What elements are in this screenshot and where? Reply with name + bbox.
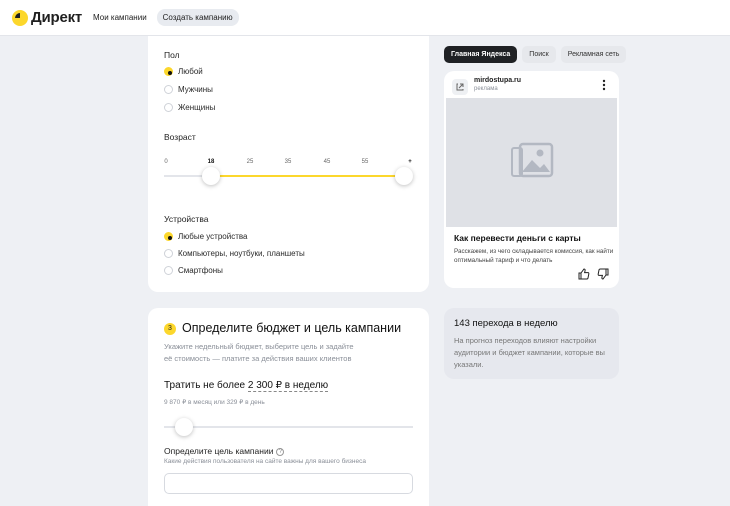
ad-title[interactable]: Как перевести деньги с карты xyxy=(454,233,581,243)
device-option-label: Любые устройства xyxy=(178,232,248,241)
gender-option-any[interactable]: Любой xyxy=(164,67,203,76)
radio-checked-icon xyxy=(164,232,173,241)
budget-slider-track[interactable] xyxy=(164,426,413,428)
description-line: её стоимость — платите за действия ваших… xyxy=(164,354,352,363)
forecast-text: На прогноз переходов влияют настройки ау… xyxy=(454,336,605,369)
budget-breakdown: 9 870 ₽ в месяц или 329 ₽ в день xyxy=(164,399,265,406)
top-bar: Директ Мои кампании Создать кампанию xyxy=(0,0,730,36)
weekly-budget-heading: Тратить не более 2 300 ₽ в неделю xyxy=(164,380,329,392)
radio-unchecked-icon xyxy=(164,249,173,258)
tab-yandex-main[interactable]: Главная Яндекса xyxy=(444,46,518,63)
ad-preview-card: mirdostupa.ru реклама Как перевести день… xyxy=(444,71,619,288)
step-number-badge: 3 xyxy=(164,323,176,335)
image-icon xyxy=(511,142,554,178)
nav-my-campaigns[interactable]: Мои кампании xyxy=(87,9,153,26)
description-line: Укажите недельный бюджет, выберите цель … xyxy=(164,342,354,351)
budget-prefix: Тратить не более xyxy=(164,380,248,391)
question-icon[interactable]: ? xyxy=(276,448,285,456)
thumbs-down-icon[interactable] xyxy=(597,268,609,280)
tab-ad-network[interactable]: Рекламная сеть xyxy=(560,46,627,63)
goal-label: Определите цель кампании? xyxy=(164,446,285,456)
age-tick: 25 xyxy=(246,159,254,165)
device-option-label: Смартфоны xyxy=(178,266,223,275)
ad-image-placeholder xyxy=(446,98,617,227)
nav-create-campaign[interactable]: Создать кампанию xyxy=(156,9,239,26)
gender-option-label: Женщины xyxy=(178,103,216,112)
gender-option-male[interactable]: Мужчины xyxy=(164,85,213,94)
device-option-label: Компьютеры, ноутбуки, планшеты xyxy=(178,249,305,258)
device-option-any[interactable]: Любые устройства xyxy=(164,232,247,241)
brand-logo[interactable]: Директ xyxy=(12,9,82,26)
ad-label: реклама xyxy=(474,86,498,92)
thumbs-up-icon[interactable] xyxy=(578,268,590,280)
gender-option-female[interactable]: Женщины xyxy=(164,103,215,112)
ad-domain[interactable]: mirdostupa.ru xyxy=(474,77,521,84)
forecast-card: 143 перехода в неделю На прогноз переход… xyxy=(444,308,619,379)
device-option-mobile[interactable]: Смартфоны xyxy=(164,266,223,275)
budget-amount[interactable]: 2 300 ₽ в неделю xyxy=(247,380,329,392)
age-tick: 55 xyxy=(361,159,369,165)
goal-input[interactable] xyxy=(164,473,413,494)
budget-section-title: Определите бюджет и цель кампании xyxy=(182,321,402,335)
tab-search[interactable]: Поиск xyxy=(522,46,556,63)
radio-unchecked-icon xyxy=(164,85,173,94)
ad-feedback xyxy=(578,268,609,280)
age-slider-range xyxy=(211,175,404,177)
gender-option-label: Мужчины xyxy=(178,85,213,94)
gender-option-label: Любой xyxy=(178,67,203,76)
age-slider-max-handle[interactable] xyxy=(395,167,413,185)
age-tick: 18 xyxy=(207,159,215,165)
top-nav: Мои кампании Создать кампанию xyxy=(87,9,239,26)
budget-slider-handle[interactable] xyxy=(174,418,193,436)
age-tick: 0 xyxy=(164,159,168,165)
brand-name: Директ xyxy=(31,9,83,26)
radio-checked-icon xyxy=(164,67,173,76)
external-link-icon xyxy=(452,79,468,95)
forecast-title: 143 перехода в неделю xyxy=(454,318,558,329)
age-title: Возраст xyxy=(164,132,196,142)
radio-unchecked-icon xyxy=(164,266,173,275)
yandex-logo-icon xyxy=(12,9,28,26)
more-options-icon[interactable] xyxy=(602,79,606,91)
gender-title: Пол xyxy=(164,50,180,60)
devices-title: Устройства xyxy=(164,214,209,224)
goal-label-text: Определите цель кампании xyxy=(164,446,274,456)
preview-tabs: Главная Яндекса Поиск Рекламная сеть xyxy=(444,46,627,63)
age-tick: + xyxy=(408,159,412,165)
age-scale: 0 18 25 35 45 55 + xyxy=(164,159,414,169)
age-tick: 45 xyxy=(323,159,331,165)
age-slider-min-handle[interactable] xyxy=(202,167,220,185)
radio-unchecked-icon xyxy=(164,103,173,112)
ad-text: Расскажем, из чего складывается комиссия… xyxy=(454,248,614,264)
age-tick: 35 xyxy=(284,159,292,165)
device-option-desktop[interactable]: Компьютеры, ноутбуки, планшеты xyxy=(164,249,305,258)
goal-description: Какие действия пользователя на сайте важ… xyxy=(164,458,366,465)
budget-section-description: Укажите недельный бюджет, выберите цель … xyxy=(164,341,414,365)
